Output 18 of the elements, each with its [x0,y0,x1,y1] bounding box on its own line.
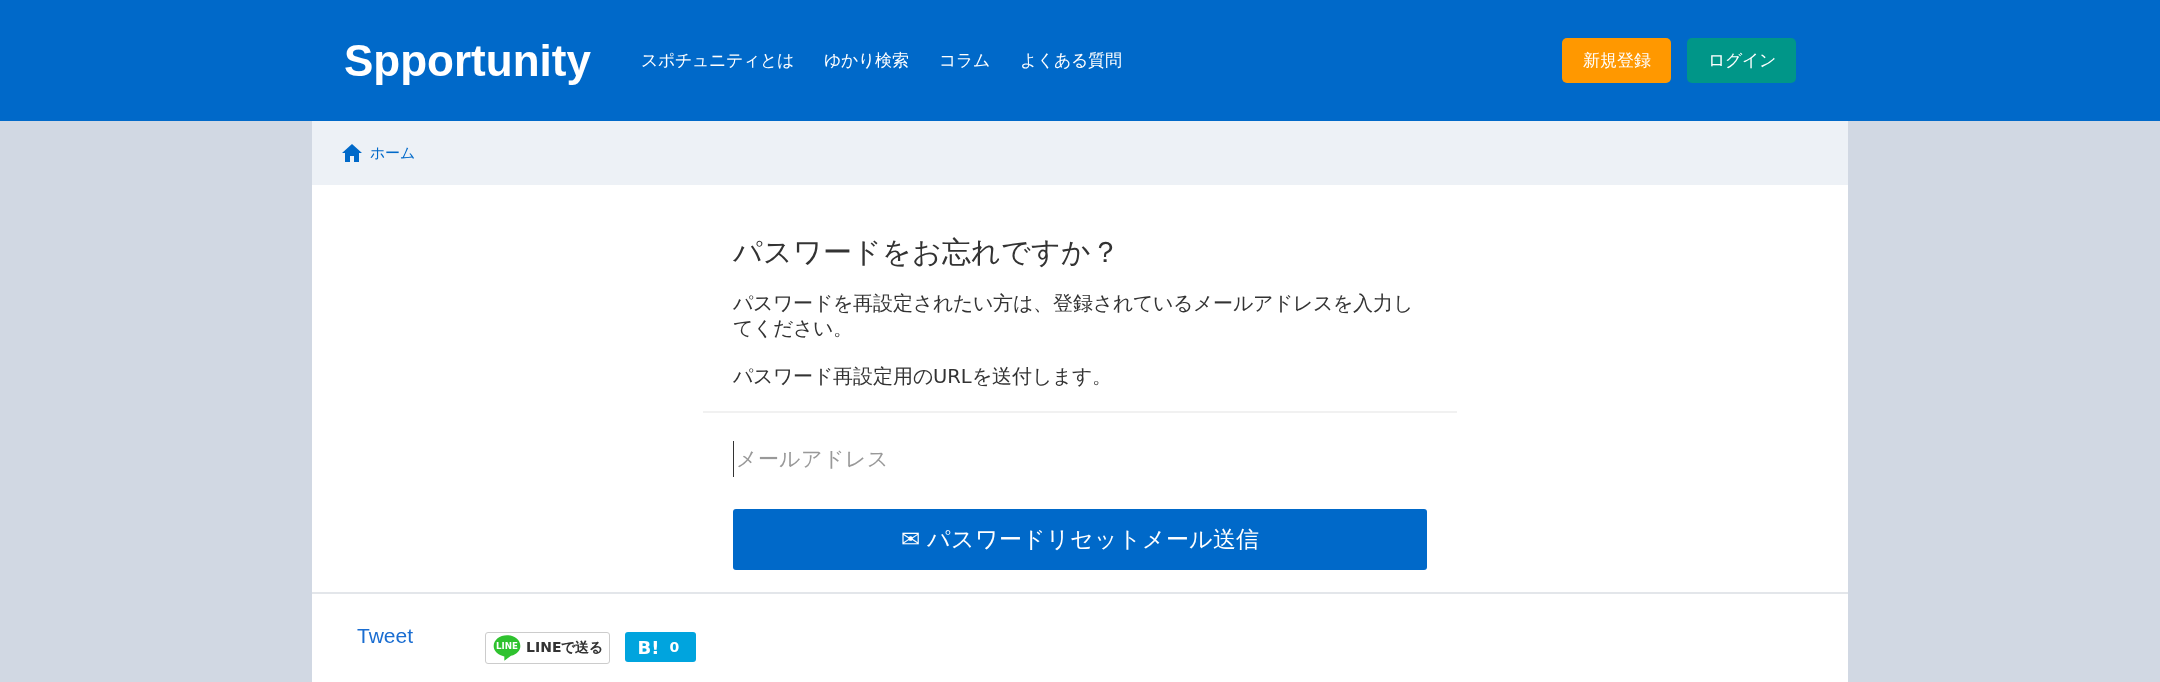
site-logo[interactable]: Spportunity [344,35,591,86]
nav-link[interactable]: よくある質問 [1019,49,1122,72]
page-title: パスワードをお忘れですか？ [733,234,1121,271]
submit-button[interactable]: ✉ パスワードリセットメール送信 [733,509,1427,571]
speech-bubble-icon: LINE [492,634,523,663]
line-share-button[interactable]: LINE LINEで送る [485,632,611,665]
breadcrumb-link[interactable]: ホーム [370,143,415,163]
login-button[interactable]: ログイン [1687,38,1796,83]
instruction-text: パスワードを再設定されたい方は、登録されているメールアドレスを入力してください。 [733,291,1414,342]
bookmark-mark: B! [637,636,660,658]
bookmark-count: 0 [669,639,680,656]
nav-link[interactable]: スポチュニティとは [640,49,794,72]
nav-link[interactable]: コラム [938,49,990,72]
nav-link[interactable]: ゆかり検索 [823,49,909,72]
tweet-link[interactable]: Tweet [357,624,414,649]
instruction-text: パスワード再設定用のURLを送付します。 [733,363,1113,390]
bookmark-count-button[interactable]: B! 0 [625,632,697,663]
home-icon[interactable] [342,144,362,162]
